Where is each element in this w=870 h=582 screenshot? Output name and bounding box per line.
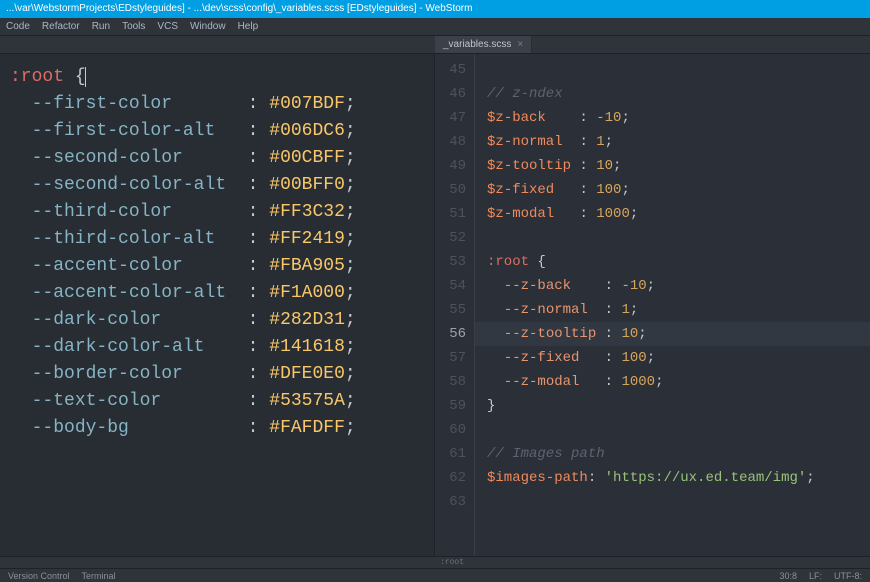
code-line[interactable]: --z-fixed : 100;	[487, 346, 870, 370]
code-line[interactable]: --dark-color-alt : #141618;	[10, 334, 434, 361]
code-line[interactable]: --z-modal : 1000;	[487, 370, 870, 394]
statusbar: Version Control Terminal 30:8 LF: UTF-8:	[0, 568, 870, 582]
code-line[interactable]	[487, 418, 870, 442]
menu-refactor[interactable]: Refactor	[42, 21, 80, 32]
gutter-line: 53	[435, 250, 466, 274]
status-item-terminal[interactable]: Terminal	[82, 571, 116, 581]
code-line[interactable]: --second-color-alt : #00BFF0;	[10, 172, 434, 199]
gutter-line: 49	[435, 154, 466, 178]
editor-split: :root { --first-color : #007BDF; --first…	[0, 54, 870, 556]
code-line[interactable]: $z-fixed : 100;	[487, 178, 870, 202]
code-area-right[interactable]: // z-ndex$z-back : -10;$z-normal : 1;$z-…	[475, 54, 870, 556]
editor-pane-right[interactable]: 45464748495051525354555657585960616263 /…	[435, 54, 870, 556]
gutter-line: 61	[435, 442, 466, 466]
gutter-line: 56	[435, 322, 466, 346]
code-line[interactable]: --z-normal : 1;	[487, 298, 870, 322]
code-line[interactable]: :root {	[487, 250, 870, 274]
code-line[interactable]: // z-ndex	[487, 82, 870, 106]
code-line[interactable]: --second-color : #00CBFF;	[10, 145, 434, 172]
code-line[interactable]: // Images path	[487, 442, 870, 466]
gutter-line: 57	[435, 346, 466, 370]
code-line[interactable]	[487, 58, 870, 82]
line-gutter: 45464748495051525354555657585960616263	[435, 54, 475, 556]
status-indicator[interactable]: LF:	[809, 571, 822, 581]
code-line[interactable]: $z-normal : 1;	[487, 130, 870, 154]
editor-tab-variables[interactable]: _variables.scss ×	[435, 36, 532, 53]
code-line[interactable]: --body-bg : #FAFDFF;	[10, 415, 434, 442]
gutter-line: 48	[435, 130, 466, 154]
menu-code[interactable]: Code	[6, 21, 30, 32]
code-line[interactable]: $z-modal : 1000;	[487, 202, 870, 226]
breadcrumb: :root	[0, 556, 870, 568]
gutter-line: 52	[435, 226, 466, 250]
close-icon[interactable]: ×	[517, 39, 523, 50]
code-line[interactable]: --first-color-alt : #006DC6;	[10, 118, 434, 145]
menu-window[interactable]: Window	[190, 21, 226, 32]
code-line[interactable]	[487, 226, 870, 250]
editor-tabs: _variables.scss ×	[0, 36, 870, 54]
gutter-line: 59	[435, 394, 466, 418]
code-line[interactable]: --border-color : #DFE0E0;	[10, 361, 434, 388]
menu-run[interactable]: Run	[92, 21, 110, 32]
status-indicator[interactable]: 30:8	[779, 571, 797, 581]
gutter-line: 47	[435, 106, 466, 130]
code-line[interactable]: $images-path: 'https://ux.ed.team/img';	[487, 466, 870, 490]
menu-vcs[interactable]: VCS	[157, 21, 178, 32]
gutter-line: 46	[435, 82, 466, 106]
code-line[interactable]: $z-back : -10;	[487, 106, 870, 130]
window-title: ...\var\WebstormProjects\EDstyleguides] …	[6, 0, 472, 18]
menu-tools[interactable]: Tools	[122, 21, 145, 32]
gutter-line: 60	[435, 418, 466, 442]
gutter-line: 63	[435, 490, 466, 514]
code-line[interactable]: --accent-color-alt : #F1A000;	[10, 280, 434, 307]
editor-pane-left[interactable]: :root { --first-color : #007BDF; --first…	[0, 54, 435, 556]
code-line[interactable]: --third-color : #FF3C32;	[10, 199, 434, 226]
gutter-line: 62	[435, 466, 466, 490]
code-line[interactable]: $z-tooltip : 10;	[487, 154, 870, 178]
code-line[interactable]	[487, 490, 870, 514]
menu-help[interactable]: Help	[238, 21, 259, 32]
gutter-line: 54	[435, 274, 466, 298]
gutter-line: 50	[435, 178, 466, 202]
status-indicator[interactable]: UTF-8:	[834, 571, 862, 581]
main-menubar[interactable]: Code Refactor Run Tools VCS Window Help	[0, 18, 870, 36]
code-line[interactable]: }	[487, 394, 870, 418]
window-titlebar: ...\var\WebstormProjects\EDstyleguides] …	[0, 0, 870, 18]
gutter-line: 51	[435, 202, 466, 226]
code-line[interactable]: --text-color : #53575A;	[10, 388, 434, 415]
gutter-line: 58	[435, 370, 466, 394]
code-line[interactable]: --dark-color : #282D31;	[10, 307, 434, 334]
status-item-version-control[interactable]: Version Control	[8, 571, 70, 581]
code-line[interactable]: --z-back : -10;	[487, 274, 870, 298]
code-line[interactable]: --z-tooltip : 10;	[475, 322, 870, 346]
tab-label: _variables.scss	[443, 39, 511, 50]
code-line[interactable]: --accent-color : #FBA905;	[10, 253, 434, 280]
code-line[interactable]: --first-color : #007BDF;	[10, 91, 434, 118]
code-line[interactable]: --third-color-alt : #FF2419;	[10, 226, 434, 253]
code-line[interactable]: :root {	[10, 64, 434, 91]
gutter-line: 45	[435, 58, 466, 82]
breadcrumb-text: :root	[440, 558, 464, 567]
gutter-line: 55	[435, 298, 466, 322]
